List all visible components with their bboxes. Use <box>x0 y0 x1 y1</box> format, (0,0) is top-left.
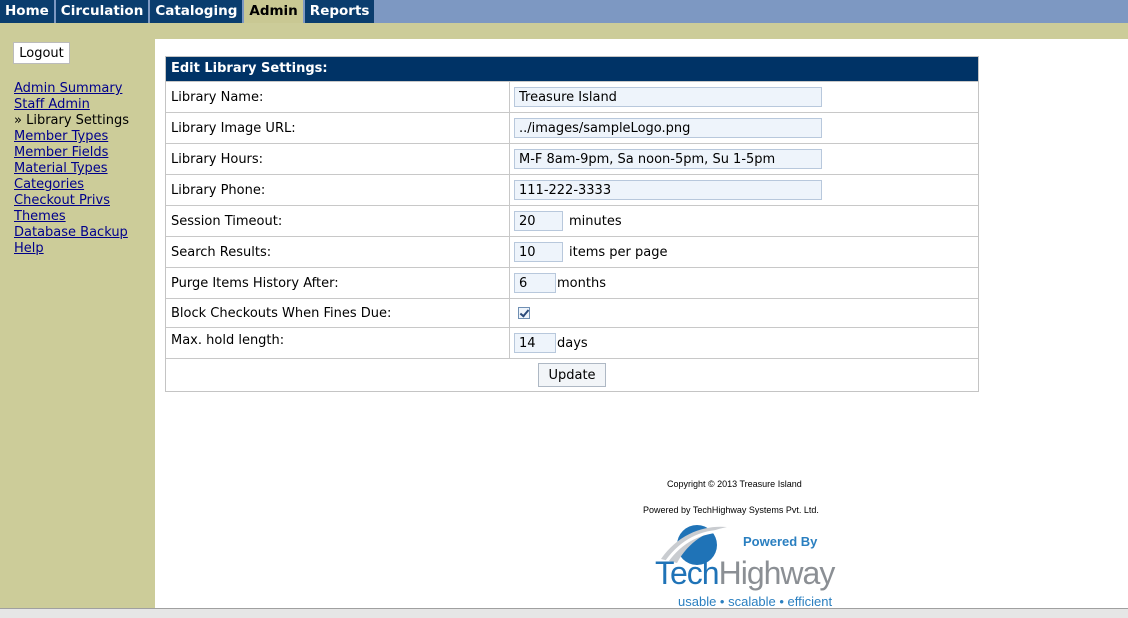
library-image-url-label: Library Image URL: <box>166 113 510 143</box>
sidebar: Logout Admin Summary Staff Admin » Libra… <box>0 39 155 608</box>
logo-tagline: usable • scalable • efficient <box>678 594 833 609</box>
library-settings-form: Edit Library Settings: Library Name: Lib… <box>165 56 979 392</box>
library-hours-input[interactable] <box>514 149 822 169</box>
library-image-url-input[interactable] <box>514 118 822 138</box>
row-block-checkouts: Block Checkouts When Fines Due: <box>166 298 978 327</box>
search-results-unit: items per page <box>569 244 668 260</box>
tab-home[interactable]: Home <box>0 0 54 23</box>
row-library-image-url: Library Image URL: <box>166 112 978 143</box>
sidebar-item-checkout-privs[interactable]: Checkout Privs <box>14 193 129 209</box>
max-hold-label: Max. hold length: <box>166 328 510 358</box>
tab-circulation[interactable]: Circulation <box>55 0 149 23</box>
purge-history-input[interactable] <box>514 273 556 293</box>
session-timeout-unit: minutes <box>569 213 622 229</box>
nav-tabs: Home Circulation Cataloging Admin Report… <box>0 0 376 23</box>
techhighway-logo: Powered By TechHighway usable • scalable… <box>655 519 845 609</box>
sidebar-item-categories[interactable]: Categories <box>14 177 129 193</box>
search-results-input[interactable] <box>514 242 563 262</box>
main-content: Edit Library Settings: Library Name: Lib… <box>155 39 1128 609</box>
powered-by-text: Powered by TechHighway Systems Pvt. Ltd. <box>643 505 819 515</box>
search-results-label: Search Results: <box>166 237 510 267</box>
session-timeout-label: Session Timeout: <box>166 206 510 236</box>
row-session-timeout: Session Timeout: minutes <box>166 205 978 236</box>
row-library-name: Library Name: <box>166 81 978 112</box>
library-phone-label: Library Phone: <box>166 175 510 205</box>
block-checkouts-checkbox[interactable] <box>518 307 530 319</box>
sidebar-item-admin-summary[interactable]: Admin Summary <box>14 81 129 97</box>
tab-reports[interactable]: Reports <box>304 0 375 23</box>
row-library-hours: Library Hours: <box>166 143 978 174</box>
sidebar-item-themes[interactable]: Themes <box>14 209 129 225</box>
top-nav-bar: Home Circulation Cataloging Admin Report… <box>0 0 1128 23</box>
sidebar-item-material-types[interactable]: Material Types <box>14 161 129 177</box>
sidebar-item-library-settings: » Library Settings <box>14 113 129 128</box>
block-checkouts-label: Block Checkouts When Fines Due: <box>166 299 510 327</box>
admin-nav-list: Admin Summary Staff Admin » Library Sett… <box>14 81 129 257</box>
sub-nav-bar <box>0 23 1128 39</box>
tab-cataloging[interactable]: Cataloging <box>150 0 243 23</box>
update-button[interactable]: Update <box>538 363 606 387</box>
max-hold-input[interactable] <box>514 333 556 353</box>
row-purge-history: Purge Items History After: months <box>166 267 978 298</box>
sidebar-item-staff-admin[interactable]: Staff Admin <box>14 97 129 113</box>
library-name-input[interactable] <box>514 87 822 107</box>
library-name-label: Library Name: <box>166 82 510 112</box>
library-phone-input[interactable] <box>514 180 822 200</box>
purge-history-unit: months <box>557 275 606 291</box>
logo-powered-by: Powered By <box>743 534 818 549</box>
max-hold-unit: days <box>557 335 588 351</box>
row-max-hold: Max. hold length: days <box>166 327 978 358</box>
row-update: Update <box>166 358 978 391</box>
form-title: Edit Library Settings: <box>166 57 978 81</box>
purge-history-label: Purge Items History After: <box>166 268 510 298</box>
tab-admin[interactable]: Admin <box>244 0 303 23</box>
sidebar-item-member-fields[interactable]: Member Fields <box>14 145 129 161</box>
sidebar-item-help[interactable]: Help <box>14 241 129 257</box>
logout-button[interactable]: Logout <box>13 42 70 64</box>
copyright-text: Copyright © 2013 Treasure Island <box>667 479 802 489</box>
logo-wordmark: TechHighway <box>655 555 835 591</box>
sidebar-item-member-types[interactable]: Member Types <box>14 129 129 145</box>
library-hours-label: Library Hours: <box>166 144 510 174</box>
sidebar-item-database-backup[interactable]: Database Backup <box>14 225 129 241</box>
row-library-phone: Library Phone: <box>166 174 978 205</box>
session-timeout-input[interactable] <box>514 211 563 231</box>
row-search-results: Search Results: items per page <box>166 236 978 267</box>
